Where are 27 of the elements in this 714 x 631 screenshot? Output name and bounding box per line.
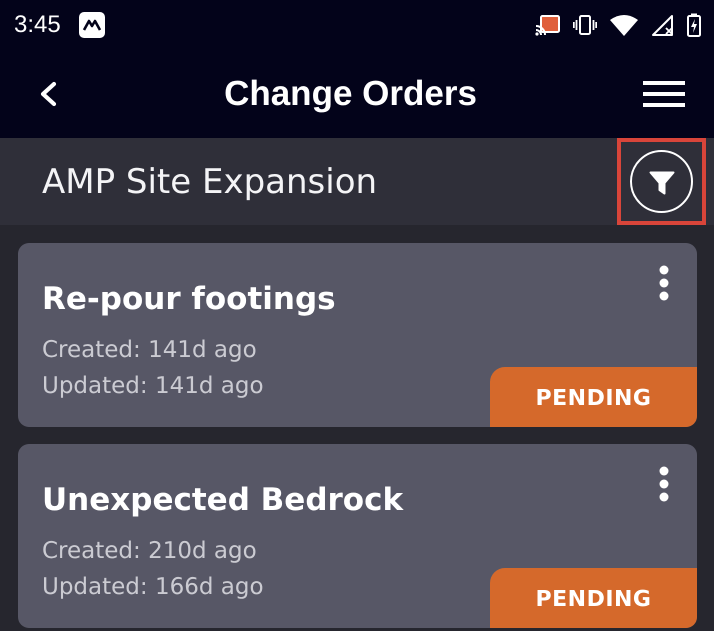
- created-date: Created: 141d ago: [42, 336, 257, 365]
- more-vertical-icon: [659, 265, 669, 301]
- filter-button[interactable]: [630, 150, 693, 213]
- updated-date: Updated: 141d ago: [42, 372, 264, 401]
- filter-icon: [648, 171, 674, 195]
- change-order-card[interactable]: Unexpected Bedrock Created: 210d ago Updated: 166d ago PENDING: [18, 444, 697, 628]
- more-options-button[interactable]: [659, 265, 669, 301]
- created-date: Created: 210d ago: [42, 537, 257, 566]
- more-vertical-icon: [659, 466, 669, 502]
- order-title: Unexpected Bedrock: [42, 482, 404, 518]
- menu-icon: [642, 81, 685, 107]
- status-badge: PENDING: [490, 568, 697, 628]
- order-title: Re-pour footings: [42, 281, 336, 317]
- vibrate-icon: [573, 15, 597, 35]
- status-badge: PENDING: [490, 367, 697, 427]
- back-chevron-icon: [38, 81, 58, 107]
- battery-charging-icon: [687, 13, 701, 37]
- no-signal-icon: [651, 14, 675, 36]
- wifi-icon: [609, 14, 639, 36]
- status-time: 3:45: [14, 11, 61, 39]
- screen-title: Change Orders: [224, 74, 477, 114]
- app-logo-icon: [78, 12, 105, 38]
- more-options-button[interactable]: [659, 466, 669, 502]
- cast-icon: [535, 14, 561, 36]
- change-order-card[interactable]: Re-pour footings Created: 141d ago Updated: 141d ago PENDING: [18, 243, 697, 427]
- project-name: AMP Site Expansion: [42, 162, 378, 202]
- updated-date: Updated: 166d ago: [42, 573, 264, 602]
